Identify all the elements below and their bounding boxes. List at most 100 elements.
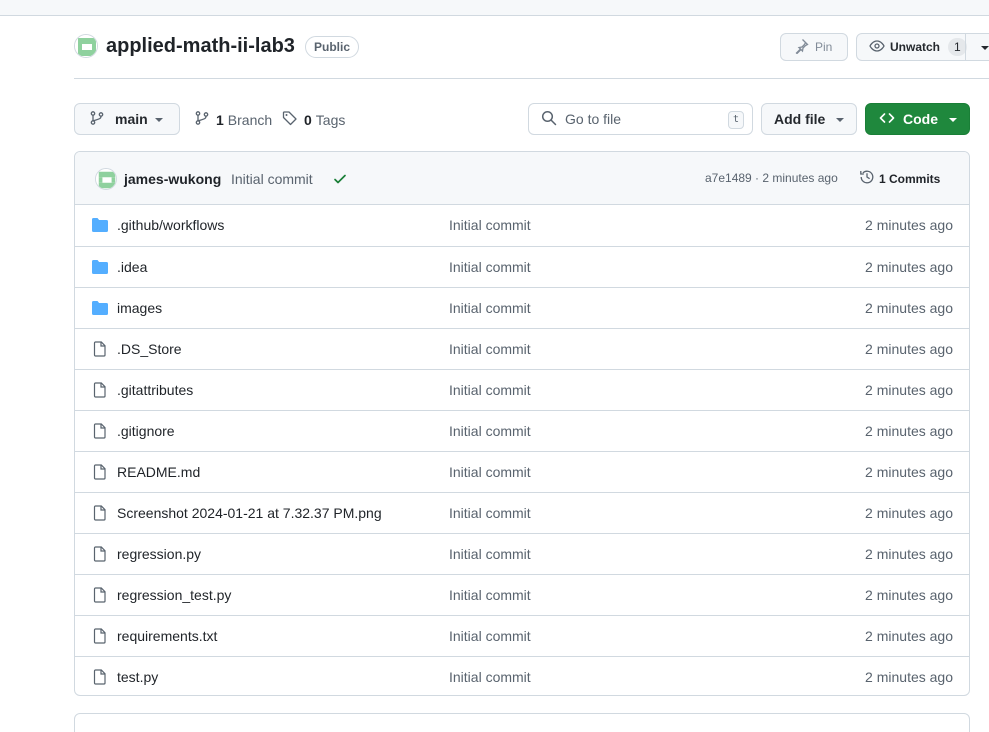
file-commit-message-link[interactable]: Initial commit <box>449 341 531 357</box>
file-commit-time: 2 minutes ago <box>865 669 953 685</box>
commits-count-label: 1 Commits <box>879 171 941 186</box>
git-branch-icon <box>89 110 105 129</box>
file-commit-time: 2 minutes ago <box>865 546 953 562</box>
file-icon <box>91 546 109 562</box>
file-icon <box>91 382 109 398</box>
commits-history-link[interactable]: 1 Commits <box>859 169 940 188</box>
file-name-link[interactable]: README.md <box>117 464 200 480</box>
repo-owner-avatar[interactable] <box>74 34 98 58</box>
readme-box <box>74 713 970 732</box>
folder-icon <box>91 217 109 233</box>
file-row[interactable]: .github/workflows Initial commit 2 minutes… <box>75 205 969 246</box>
tags-link[interactable]: 0 Tags <box>282 110 345 129</box>
file-commit-message-link[interactable]: Initial commit <box>449 217 531 233</box>
file-name-link[interactable]: regression_test.py <box>117 587 231 603</box>
file-row[interactable]: .idea Initial commit 2 minutes ago <box>75 246 969 287</box>
file-name-link[interactable]: images <box>117 300 162 316</box>
check-icon[interactable] <box>332 171 348 190</box>
file-list-box: james-wukong Initial commit a7e1489 · 2 … <box>74 151 970 696</box>
file-name-link[interactable]: .gitattributes <box>117 382 193 398</box>
file-name-link[interactable]: .gitignore <box>117 423 175 439</box>
file-icon <box>91 628 109 644</box>
file-row[interactable]: requirements.txt Initial commit 2 minutes … <box>75 615 969 656</box>
folder-icon <box>91 300 109 316</box>
file-row[interactable]: regression_test.py Initial commit 2 minute… <box>75 574 969 615</box>
commit-sha-time[interactable]: a7e1489 · 2 minutes ago <box>705 171 838 185</box>
commit-author-link[interactable]: james-wukong <box>124 171 221 187</box>
file-commit-time: 2 minutes ago <box>865 423 953 439</box>
file-commit-time: 2 minutes ago <box>865 217 953 233</box>
file-name-link[interactable]: .github/workflows <box>117 217 224 233</box>
file-row[interactable]: test.py Initial commit 2 minutes ago <box>75 656 969 695</box>
file-commit-message-link[interactable]: Initial commit <box>449 300 531 316</box>
file-commit-message-link[interactable]: Initial commit <box>449 423 531 439</box>
file-row[interactable]: .gitignore Initial commit 2 minutes ago <box>75 410 969 451</box>
file-name-link[interactable]: requirements.txt <box>117 628 217 644</box>
file-row[interactable]: README.md Initial commit 2 minutes ago <box>75 451 969 492</box>
folder-icon <box>91 259 109 275</box>
pin-icon <box>793 38 809 57</box>
file-commit-time: 2 minutes ago <box>865 464 953 480</box>
file-name-link[interactable]: test.py <box>117 669 158 685</box>
code-button[interactable]: Code <box>865 103 970 135</box>
go-to-file-input[interactable] <box>565 111 715 127</box>
watch-count: 1 <box>948 38 967 56</box>
file-commit-message-link[interactable]: Initial commit <box>449 382 531 398</box>
eye-icon <box>869 38 885 57</box>
file-toolbar: main 1 Branch 0 Tags t Add file Code <box>74 103 970 135</box>
pin-button[interactable]: Pin <box>780 33 848 61</box>
file-commit-message-link[interactable]: Initial commit <box>449 669 531 685</box>
file-commit-message-link[interactable]: Initial commit <box>449 259 531 275</box>
file-commit-message-link[interactable]: Initial commit <box>449 505 531 521</box>
commit-message-link[interactable]: Initial commit <box>231 171 313 187</box>
branch-count-label: Branch <box>227 111 273 128</box>
file-commit-time: 2 minutes ago <box>865 382 953 398</box>
chevron-down-icon <box>836 118 844 122</box>
repo-name-link[interactable]: applied-math-ii-lab3 <box>106 35 295 58</box>
file-row[interactable]: regression.py Initial commit 2 minutes ago <box>75 533 969 574</box>
file-icon <box>91 341 109 357</box>
add-file-label: Add file <box>774 111 826 127</box>
file-icon <box>91 464 109 480</box>
file-commit-time: 2 minutes ago <box>865 259 953 275</box>
branch-count: 1 <box>216 111 224 128</box>
chevron-down-icon[interactable] <box>981 46 989 50</box>
file-name-link[interactable]: .DS_Store <box>117 341 182 357</box>
button-divider <box>965 34 966 60</box>
file-row[interactable]: images Initial commit 2 minutes ago <box>75 287 969 328</box>
tag-count-label: Tags <box>315 111 346 128</box>
tag-icon <box>282 110 298 129</box>
file-commit-message-link[interactable]: Initial commit <box>449 628 531 644</box>
global-header-band <box>0 0 989 16</box>
file-icon <box>91 423 109 439</box>
branch-selector[interactable]: main <box>74 103 180 135</box>
branches-link[interactable]: 1 Branch <box>194 110 272 129</box>
visibility-badge: Public <box>305 36 360 58</box>
author-avatar[interactable] <box>95 168 117 190</box>
code-label: Code <box>903 111 938 127</box>
file-row[interactable]: .gitattributes Initial commit 2 minutes ag… <box>75 369 969 410</box>
file-commit-time: 2 minutes ago <box>865 587 953 603</box>
code-icon <box>879 110 895 129</box>
unwatch-label: Unwatch <box>890 40 941 54</box>
file-commit-message-link[interactable]: Initial commit <box>449 546 531 562</box>
go-to-file-search[interactable]: t <box>528 103 753 135</box>
search-icon <box>541 110 557 129</box>
file-row[interactable]: .DS_Store Initial commit 2 minutes ago <box>75 328 969 369</box>
file-commit-message-link[interactable]: Initial commit <box>449 587 531 603</box>
add-file-button[interactable]: Add file <box>761 103 857 135</box>
file-commit-message-link[interactable]: Initial commit <box>449 464 531 480</box>
file-icon <box>91 669 109 685</box>
file-row[interactable]: Screenshot 2024-01-21 at 7.32.37 PM.png I… <box>75 492 969 533</box>
branch-name: main <box>115 111 148 127</box>
header-divider <box>74 78 989 79</box>
file-rows: .github/workflows Initial commit 2 minutes… <box>75 205 969 695</box>
file-name-link[interactable]: regression.py <box>117 546 201 562</box>
file-icon <box>91 587 109 603</box>
unwatch-button[interactable]: Unwatch 1 <box>856 33 989 61</box>
history-icon <box>859 169 875 188</box>
keyboard-shortcut-hint: t <box>727 111 744 129</box>
tag-count: 0 <box>304 111 312 128</box>
file-name-link[interactable]: .idea <box>117 259 147 275</box>
file-name-link[interactable]: Screenshot 2024-01-21 at 7.32.37 PM.png <box>117 505 382 521</box>
